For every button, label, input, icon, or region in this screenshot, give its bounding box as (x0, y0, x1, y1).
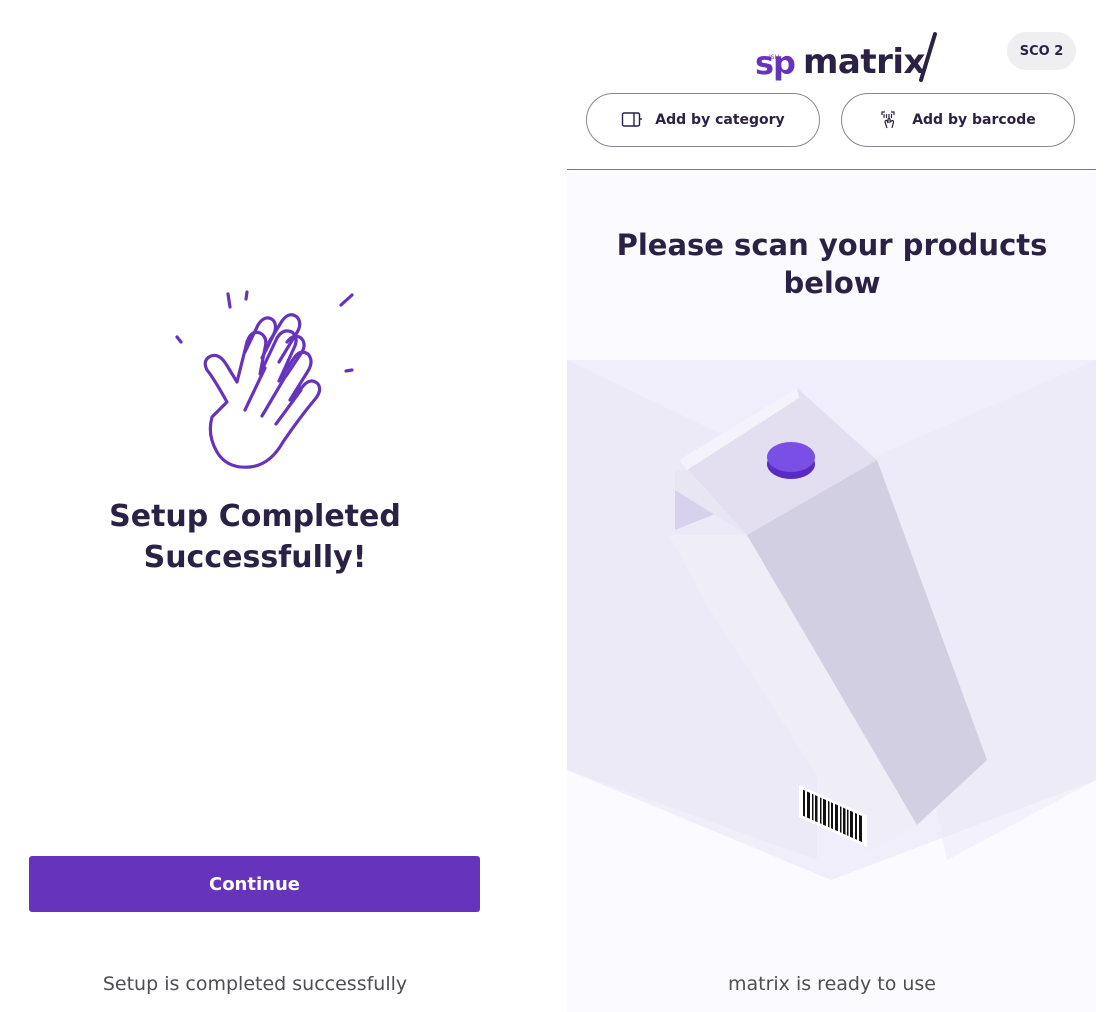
sp-matrix-logo: sp ISH matrix (755, 22, 941, 82)
clapping-hand-icon (175, 290, 354, 469)
category-card-icon (622, 112, 643, 127)
milk-carton-illustration (567, 360, 1096, 880)
right-caption: matrix is ready to use (727, 973, 936, 995)
scan-title-line1: Please scan your products (616, 228, 1048, 262)
setup-title-line1: Setup Completed (109, 499, 401, 534)
logo-sp-subtext: ISH (769, 54, 780, 61)
left-caption: Setup is completed successfully (102, 973, 408, 995)
setup-title-line2: Successfully! (143, 540, 367, 575)
add-by-barcode-button[interactable]: Add by barcode (841, 93, 1075, 147)
logo-matrix-text: matrix (802, 42, 925, 82)
continue-button[interactable]: Continue (29, 856, 480, 912)
carton-cap-top (767, 442, 815, 472)
scan-title-line2: below (783, 266, 881, 300)
setup-complete-screen: Setup Completed Successfully! Continue S… (0, 0, 510, 1012)
logo-x-slash-icon (918, 32, 937, 82)
logo-sp-text: sp (755, 44, 796, 82)
scan-products-screen: sp ISH matrix SCO 2 Add by category Add … (567, 0, 1096, 1012)
app-root: Setup Completed Successfully! Continue S… (0, 0, 1119, 1012)
device-badge: SCO 2 (1007, 32, 1076, 70)
barcode-scan-icon (881, 111, 895, 129)
add-by-category-label: Add by category (655, 112, 785, 128)
header-divider (567, 169, 1096, 170)
setup-title: Setup Completed Successfully! (30, 496, 480, 578)
add-by-barcode-label: Add by barcode (912, 112, 1036, 128)
add-by-category-button[interactable]: Add by category (586, 93, 820, 147)
scan-title: Please scan your products below (607, 226, 1057, 302)
